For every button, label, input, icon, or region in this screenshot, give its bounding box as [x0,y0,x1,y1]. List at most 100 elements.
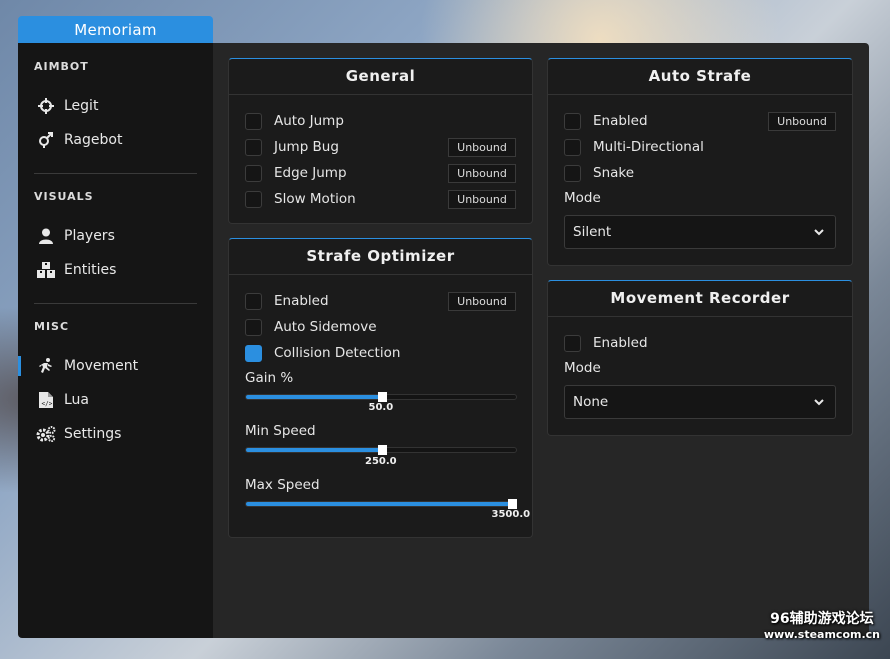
checkbox[interactable] [564,334,581,352]
sidebar-divider [34,173,197,174]
sidebar-item-ragebot[interactable]: Ragebot [18,126,213,154]
select-value: Silent [573,224,612,240]
option-slow-motion: Slow Motion Unbound [245,189,516,209]
sidebar-section-misc: MISC [34,320,70,333]
slider-fill [246,502,512,506]
option-enabled: Enabled Unbound [564,111,836,131]
option-edge-jump: Edge Jump Unbound [245,163,516,183]
checkbox[interactable] [564,138,581,156]
slider-knob[interactable] [378,445,387,455]
slider-knob[interactable] [378,392,387,402]
option-collision-detection: Collision Detection [245,343,516,363]
window-title-tab[interactable]: Memoriam [18,16,213,43]
option-label: Enabled [593,335,648,351]
keybind-button[interactable]: Unbound [768,111,836,131]
sidebar-item-label: Lua [64,392,90,408]
checkbox[interactable] [564,112,581,130]
keybind-button[interactable]: Unbound [448,291,516,311]
user-icon [36,228,56,244]
sidebar-item-label: Ragebot [64,132,123,148]
option-label: Enabled [274,293,329,309]
watermark: 96辅助游戏论坛 www.steamcom.cn [764,608,880,641]
sidebar-item-label: Settings [64,426,122,442]
sidebar-item-legit[interactable]: Legit [18,92,213,120]
slider-label-max-speed: Max Speed [245,477,320,493]
slider-label-gain: Gain % [245,370,294,386]
keybind-button[interactable]: Unbound [448,163,516,183]
option-snake: Snake [564,163,836,183]
main-content: General Auto Jump Jump Bug Unbound Edge … [213,43,869,638]
sidebar-item-label: Players [64,228,115,244]
option-label: Jump Bug [274,139,339,155]
sidebar-item-movement[interactable]: Movement [18,352,213,380]
option-auto-sidemove: Auto Sidemove [245,317,516,337]
sidebar-item-players[interactable]: Players [18,222,213,250]
checkbox[interactable] [245,292,262,310]
panel-title: Movement Recorder [548,281,852,317]
sidebar-divider [34,303,197,304]
panel-title: Auto Strafe [548,59,852,95]
min-speed-slider[interactable] [245,445,517,455]
panel-title: Strafe Optimizer [229,239,532,275]
slider-fill [246,448,382,452]
sidebar-item-entities[interactable]: Entities [18,256,213,284]
slider-label-min-speed: Min Speed [245,423,316,439]
select-value: None [573,394,609,410]
mode-select[interactable]: None [564,385,836,419]
option-label: Collision Detection [274,345,401,361]
movement-recorder-panel: Movement Recorder Enabled Mode None [547,280,853,436]
slider-knob[interactable] [508,499,517,509]
watermark-line2: www.steamcom.cn [763,628,880,641]
sidebar-section-aimbot: AIMBOT [34,60,89,73]
checkbox[interactable] [245,112,262,130]
option-label: Edge Jump [274,165,347,181]
slider-value: 50.0 [368,402,394,413]
sidebar: AIMBOT Legit Ragebot VISUALS Players Ent… [18,43,213,638]
mode-label: Mode [564,190,601,206]
option-label: Auto Jump [274,113,344,129]
checkbox[interactable] [245,344,262,362]
sidebar-item-label: Legit [64,98,99,114]
svg-text:</>: </> [42,401,53,408]
max-speed-slider[interactable] [245,499,517,509]
option-label: Enabled [593,113,648,129]
option-label: Auto Sidemove [274,319,377,335]
checkbox[interactable] [245,164,262,182]
slider-fill [246,395,382,399]
slider-value: 3500.0 [491,509,531,520]
chevron-down-icon [813,396,825,412]
file-code-icon: </> [36,392,56,408]
sidebar-item-label: Entities [64,262,117,278]
general-panel: General Auto Jump Jump Bug Unbound Edge … [228,58,533,224]
running-icon [36,358,56,374]
strafe-optimizer-panel: Strafe Optimizer Enabled Unbound Auto Si… [228,238,533,538]
keybind-button[interactable]: Unbound [448,137,516,157]
auto-strafe-panel: Auto Strafe Enabled Unbound Multi-Direct… [547,58,853,266]
option-enabled: Enabled [564,333,836,353]
option-jump-bug: Jump Bug Unbound [245,137,516,157]
option-multi-directional: Multi-Directional [564,137,836,157]
slider-value: 250.0 [365,456,397,467]
boxes-icon [36,262,56,278]
gender-icon [36,132,56,148]
option-label: Multi-Directional [593,139,704,155]
checkbox[interactable] [245,318,262,336]
sidebar-item-label: Movement [64,358,139,374]
mode-label: Mode [564,360,601,376]
keybind-button[interactable]: Unbound [448,189,516,209]
option-label: Snake [593,165,635,181]
panel-title: General [229,59,532,95]
option-enabled: Enabled Unbound [245,291,516,311]
checkbox[interactable] [245,138,262,156]
gears-icon [36,426,56,442]
chevron-down-icon [813,226,825,242]
option-auto-jump: Auto Jump [245,111,516,131]
checkbox[interactable] [245,190,262,208]
sidebar-item-lua[interactable]: </> Lua [18,386,213,414]
gain-slider[interactable] [245,392,517,402]
mode-select[interactable]: Silent [564,215,836,249]
sidebar-section-visuals: VISUALS [34,190,94,203]
checkbox[interactable] [564,164,581,182]
sidebar-item-settings[interactable]: Settings [18,420,213,448]
crosshair-icon [36,98,56,114]
